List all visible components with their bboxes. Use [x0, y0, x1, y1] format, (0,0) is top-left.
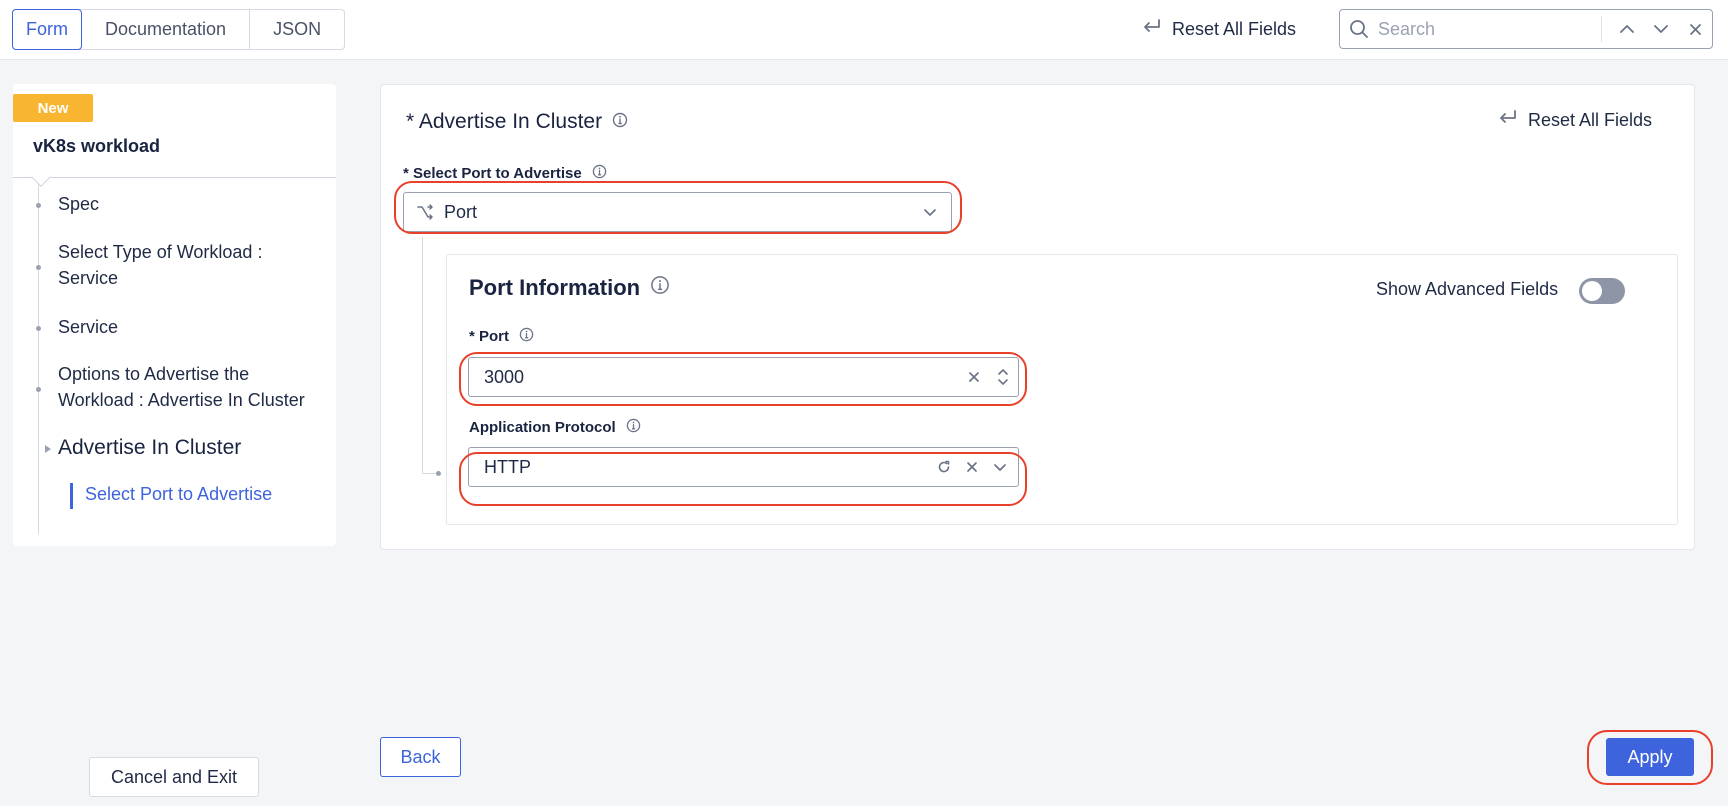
- toggle-knob: [1582, 281, 1602, 301]
- port-label-text: * Port: [469, 328, 510, 345]
- section-title-text: * Advertise In Cluster: [406, 110, 603, 133]
- reset-icon: [1496, 109, 1518, 132]
- port-information-card: Port Information Show Advanced Fields * …: [446, 254, 1678, 525]
- chevron-down-icon: [1654, 25, 1668, 33]
- section-reset-all-fields-button[interactable]: Reset All Fields: [1496, 109, 1652, 132]
- close-icon: [969, 372, 979, 382]
- close-icon: [1689, 23, 1701, 35]
- chevron-down-icon: [923, 208, 937, 217]
- workload-title: vK8s workload: [33, 136, 161, 156]
- active-indicator: [70, 483, 73, 509]
- top-reset-all-fields-button[interactable]: Reset All Fields: [1140, 14, 1296, 44]
- sidebar-item-advertise-in-cluster[interactable]: Advertise In Cluster: [58, 436, 241, 460]
- select-port-dropdown[interactable]: Port: [403, 192, 952, 232]
- protocol-expand-button[interactable]: [986, 448, 1014, 486]
- apply-button[interactable]: Apply: [1606, 738, 1694, 776]
- application-protocol-dropdown[interactable]: HTTP: [468, 447, 1019, 487]
- tab-form[interactable]: Form: [12, 9, 82, 50]
- sidebar-item-service[interactable]: Service: [58, 314, 318, 340]
- caret-right-icon: [45, 445, 51, 453]
- sidebar-divider: [13, 177, 336, 178]
- tree-dot: [36, 387, 41, 392]
- refresh-icon: [938, 460, 950, 473]
- tree-dot: [36, 265, 41, 270]
- application-protocol-label-text: Application Protocol: [469, 419, 616, 436]
- select-port-label: * Select Port to Advertise: [403, 164, 607, 183]
- info-icon[interactable]: [612, 110, 628, 134]
- route-icon: [416, 203, 434, 221]
- port-clear-button[interactable]: [960, 358, 988, 396]
- search-icon: [1340, 19, 1378, 39]
- chevron-down-icon: [994, 463, 1006, 471]
- select-port-label-text: * Select Port to Advertise: [403, 165, 582, 182]
- sidebar: New vK8s workload Spec Select Type of Wo…: [13, 84, 336, 546]
- application-protocol-value: HTTP: [484, 456, 531, 477]
- top-bar: Form Documentation JSON Reset All Fields: [0, 0, 1728, 60]
- port-stepper: [988, 358, 1018, 396]
- info-icon[interactable]: [650, 275, 670, 301]
- port-label: * Port: [469, 327, 534, 346]
- search-divider: [1601, 16, 1602, 42]
- form-panel: * Advertise In Cluster Reset All Fields …: [380, 84, 1695, 550]
- search-box: [1339, 9, 1713, 49]
- chevron-up-icon: [1620, 25, 1634, 33]
- info-icon[interactable]: [592, 164, 607, 183]
- search-prev-button[interactable]: [1610, 10, 1644, 48]
- sidebar-item-options-to-advertise[interactable]: Options to Advertise the Workload : Adve…: [58, 361, 328, 413]
- section-reset-label: Reset All Fields: [1528, 110, 1653, 130]
- info-icon[interactable]: [626, 418, 641, 437]
- close-icon: [967, 462, 977, 472]
- increment-button[interactable]: [997, 368, 1009, 376]
- tree-line: [38, 184, 39, 534]
- application-protocol-label: Application Protocol: [469, 418, 641, 437]
- tree-dot: [436, 471, 441, 476]
- show-advanced-fields-label: Show Advanced Fields: [1376, 279, 1559, 299]
- port-input[interactable]: 3000: [468, 357, 1019, 397]
- tree-connector: [422, 237, 423, 473]
- top-reset-label: Reset All Fields: [1172, 18, 1297, 39]
- tab-documentation[interactable]: Documentation: [82, 10, 251, 49]
- show-advanced-fields-toggle[interactable]: [1579, 278, 1625, 304]
- tab-json[interactable]: JSON: [250, 10, 344, 49]
- port-information-title: Port Information: [469, 275, 670, 301]
- tree-dot: [36, 203, 41, 208]
- port-information-title-text: Port Information: [469, 275, 641, 300]
- search-next-button[interactable]: [1644, 10, 1678, 48]
- chevron-down-icon: [998, 379, 1008, 385]
- view-tabs: Form Documentation JSON: [12, 9, 346, 50]
- new-badge: New: [13, 94, 93, 122]
- search-clear-button[interactable]: [1678, 10, 1712, 48]
- select-port-value: Port: [444, 201, 478, 222]
- section-title: * Advertise In Cluster: [406, 110, 628, 134]
- chevron-up-icon: [998, 369, 1008, 375]
- protocol-clear-button[interactable]: [958, 448, 986, 486]
- cancel-and-exit-button[interactable]: Cancel and Exit: [89, 757, 259, 797]
- back-button[interactable]: Back: [380, 737, 461, 777]
- reset-icon: [1140, 18, 1162, 41]
- tree-dot: [36, 326, 41, 331]
- port-value: 3000: [484, 366, 525, 387]
- protocol-reset-button[interactable]: [930, 448, 958, 486]
- decrement-button[interactable]: [997, 378, 1009, 386]
- sidebar-item-select-type-of-workload[interactable]: Select Type of Workload : Service: [58, 239, 288, 291]
- info-icon[interactable]: [519, 327, 534, 346]
- sidebar-item-spec[interactable]: Spec: [58, 191, 318, 217]
- sidebar-subitem-select-port[interactable]: Select Port to Advertise: [85, 484, 272, 505]
- search-input[interactable]: [1378, 18, 1601, 40]
- sidebar-notch: [31, 167, 51, 187]
